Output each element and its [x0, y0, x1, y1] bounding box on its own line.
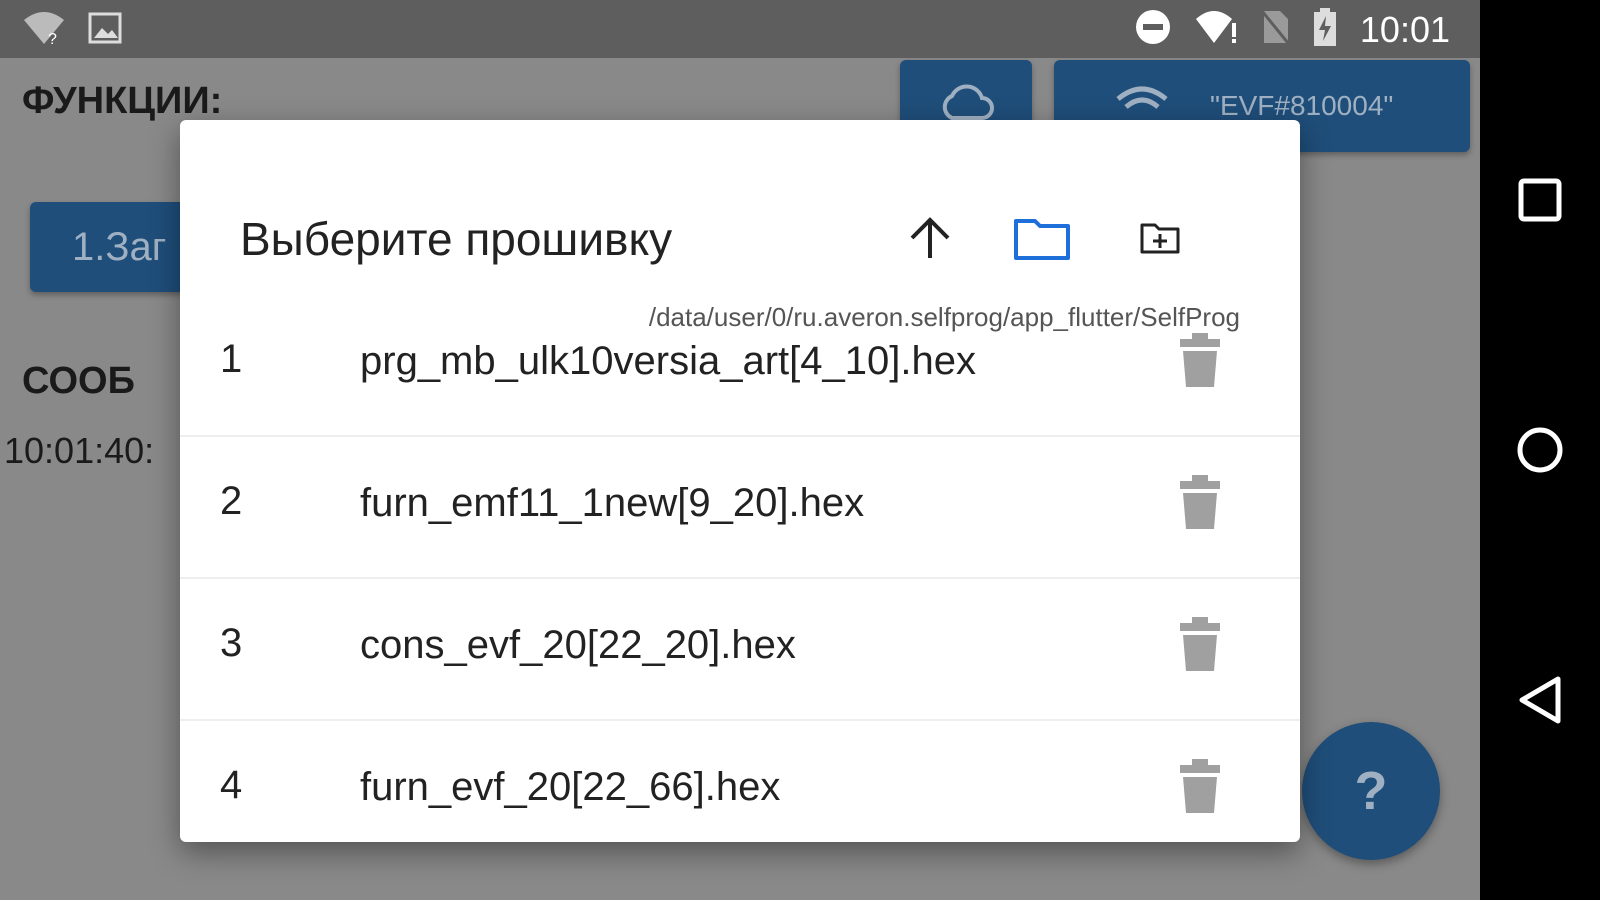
help-fab[interactable]: ?	[1302, 722, 1440, 860]
create-folder-icon	[1139, 221, 1181, 260]
log-line: 10:01:40:	[4, 430, 155, 471]
svg-text:?: ?	[48, 31, 57, 46]
no-sim-icon	[1260, 9, 1290, 50]
recents-button[interactable]	[1480, 160, 1600, 240]
battery-charging-icon	[1312, 8, 1338, 51]
file-name[interactable]: furn_emf11_1new[9_20].hex	[360, 481, 864, 526]
square-recents-icon	[1518, 178, 1562, 222]
arrow-up-icon	[906, 214, 954, 267]
triangle-back-icon	[1519, 676, 1561, 724]
file-row[interactable]: 3 cons_evf_20[22_20].hex	[180, 579, 1300, 721]
messages-title: СООБ	[22, 360, 135, 402]
trash-icon	[1180, 759, 1220, 813]
file-row[interactable]: 2 furn_emf11_1new[9_20].hex	[180, 437, 1300, 579]
file-name[interactable]: prg_mb_ulk10versia_art[4_10].hex	[360, 339, 976, 384]
file-index: 3	[220, 621, 243, 665]
file-list: 1 prg_mb_ulk10versia_art[4_10].hex 2 fur…	[180, 295, 1300, 842]
file-row[interactable]: 4 furn_evf_20[22_66].hex	[180, 721, 1300, 842]
status-bar: ? 10:01	[0, 0, 1480, 58]
new-folder-button[interactable]	[1128, 212, 1192, 268]
home-button[interactable]	[1480, 410, 1600, 490]
trash-icon	[1180, 617, 1220, 671]
delete-file-button[interactable]	[1178, 759, 1222, 815]
trash-icon	[1180, 333, 1220, 387]
parent-directory-button[interactable]	[898, 212, 962, 268]
open-folder-button[interactable]	[1010, 212, 1074, 268]
device-name-label: "EVF#810004"	[1210, 90, 1394, 121]
wifi-unknown-icon: ?	[22, 10, 66, 51]
file-index: 2	[220, 479, 243, 523]
back-button[interactable]	[1480, 660, 1600, 740]
do-not-disturb-icon	[1134, 8, 1172, 51]
current-path: /data/user/0/ru.averon.selfprog/app_flut…	[648, 302, 1240, 332]
folder-icon	[1013, 215, 1071, 266]
delete-file-button[interactable]	[1178, 333, 1222, 389]
circle-home-icon	[1517, 427, 1563, 473]
firmware-picker-dialog: Выберите прошивку 1 prg_mb_ulk10versia_a…	[180, 120, 1300, 842]
wifi-signal-icon	[1194, 9, 1238, 50]
trash-icon	[1180, 475, 1220, 529]
file-name[interactable]: furn_evf_20[22_66].hex	[360, 765, 780, 810]
file-index: 1	[220, 337, 243, 381]
clock: 10:01	[1359, 8, 1450, 50]
image-notification-icon	[88, 12, 122, 49]
navigation-bar	[1480, 0, 1600, 900]
delete-file-button[interactable]	[1178, 475, 1222, 531]
file-index: 4	[220, 763, 243, 807]
dialog-title: Выберите прошивку	[240, 213, 673, 265]
delete-file-button[interactable]	[1178, 617, 1222, 673]
functions-title: ФУНКЦИИ:	[22, 80, 223, 122]
file-name[interactable]: cons_evf_20[22_20].hex	[360, 623, 796, 668]
